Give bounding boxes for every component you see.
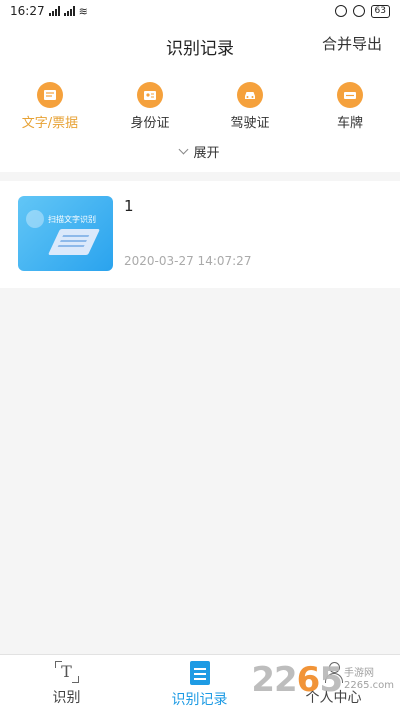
ticket-icon <box>37 82 63 108</box>
category-driver-license[interactable]: 驾驶证 <box>210 82 290 131</box>
lock-icon <box>334 5 347 17</box>
tab-records[interactable]: 识别记录 <box>133 661 266 709</box>
expand-button[interactable]: 展开 <box>0 142 400 161</box>
battery-icon: 63 <box>370 4 390 18</box>
signal-icon <box>63 6 75 16</box>
watermark: 2265 手游网 2265.com <box>251 660 394 700</box>
tab-label: 识别记录 <box>171 692 228 708</box>
license-plate-icon <box>337 82 363 108</box>
chevron-down-icon <box>179 144 189 155</box>
expand-label: 展开 <box>193 146 220 161</box>
watermark-domain: 2265.com <box>344 680 394 691</box>
status-bar: 16:27 ≋ 63 <box>0 0 400 22</box>
record-thumbnail: 扫描文字识别 <box>18 196 113 271</box>
magnifier-icon <box>26 210 44 228</box>
car-icon <box>237 82 263 108</box>
tab-recognize[interactable]: T 识别 <box>0 661 133 707</box>
alarm-icon <box>352 5 365 17</box>
clock: 16:27 <box>10 4 45 18</box>
thumbnail-caption: 扫描文字识别 <box>48 215 96 224</box>
signal-icon <box>48 6 60 16</box>
category-text-ticket[interactable]: 文字/票据 <box>10 82 90 131</box>
category-label: 身份证 <box>130 116 170 131</box>
category-label: 驾驶证 <box>230 116 270 131</box>
watermark-text: 手游网 <box>344 668 374 679</box>
record-timestamp: 2020-03-27 14:07:27 <box>124 254 252 268</box>
category-label: 车牌 <box>336 116 363 131</box>
scan-text-icon: T <box>54 661 79 683</box>
records-icon <box>189 661 210 685</box>
category-label: 文字/票据 <box>21 116 79 131</box>
header: 识别记录 合并导出 <box>0 22 400 70</box>
wifi-icon: ≋ <box>78 4 88 18</box>
tab-label: 识别 <box>52 690 81 706</box>
category-id-card[interactable]: 身份证 <box>110 82 190 131</box>
id-card-icon <box>137 82 163 108</box>
watermark-number: 2265 <box>251 660 343 700</box>
category-bar: 文字/票据 身份证 驾驶证 车牌 展开 <box>0 70 400 172</box>
record-item[interactable]: 扫描文字识别 1 2020-03-27 14:07:27 <box>0 181 400 288</box>
merge-export-button[interactable]: 合并导出 <box>322 33 382 54</box>
record-name: 1 <box>124 197 134 215</box>
document-icon <box>47 229 101 255</box>
category-license-plate[interactable]: 车牌 <box>310 82 390 131</box>
